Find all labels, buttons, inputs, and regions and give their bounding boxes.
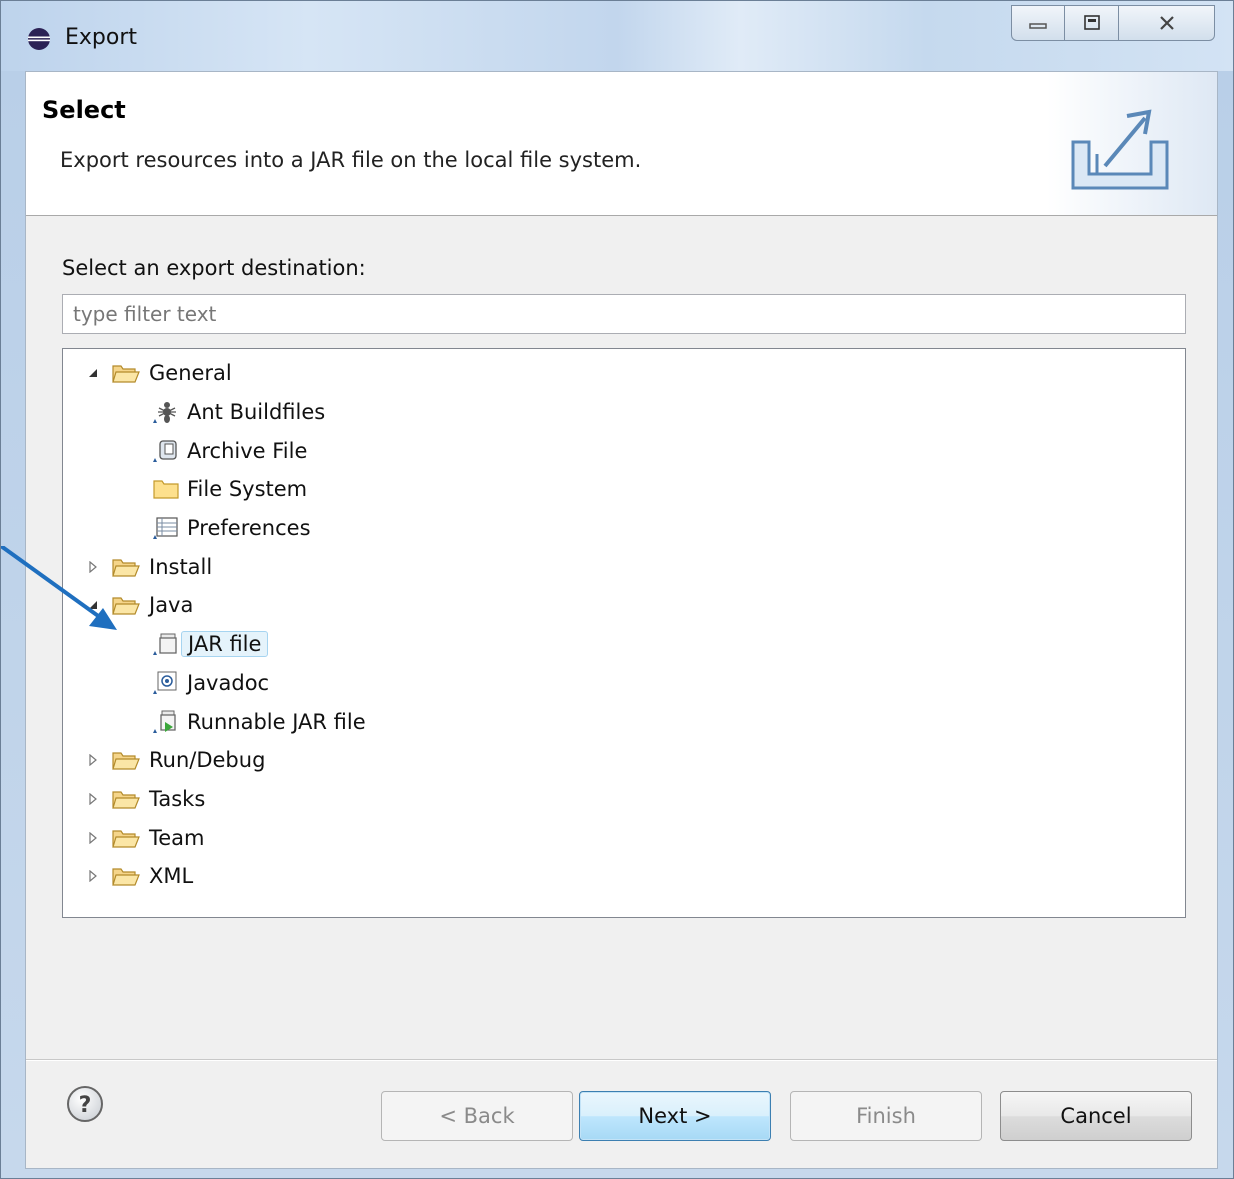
open-folder-icon [111,746,141,774]
tree-item-label: Ant Buildfiles [187,400,326,425]
tree-node-tasks[interactable]: Tasks [63,780,1185,819]
tree-item-ant-buildfiles[interactable]: Ant Buildfiles [63,393,1185,432]
open-folder-icon [111,862,141,890]
banner-graphic [1047,72,1217,215]
tree-item-label: Archive File [187,438,308,463]
back-button[interactable]: < Back [381,1091,573,1141]
expand-triangle-icon[interactable] [85,752,101,768]
expand-triangle-icon[interactable] [85,559,101,575]
tree-item-label: Runnable JAR file [187,709,366,734]
open-folder-icon [111,553,141,581]
expand-triangle-icon[interactable] [85,791,101,807]
tree-node-install[interactable]: Install [63,547,1185,586]
folder-icon [151,475,181,503]
help-icon[interactable]: ? [66,1085,104,1123]
preferences-icon [151,514,181,542]
wizard-banner: Select Export resources into a JAR file … [26,72,1217,216]
tree-node-team[interactable]: Team [63,818,1185,857]
tree-node-label: Run/Debug [149,748,266,773]
archive-icon [151,437,181,465]
tree-node-label: Team [149,825,205,850]
open-folder-icon [111,785,141,813]
tree-node-label: Tasks [149,786,206,811]
open-folder-icon [111,824,141,852]
window-controls [1011,5,1215,41]
cancel-button[interactable]: Cancel [1000,1091,1192,1141]
runnable-jar-icon [151,708,181,736]
title-bar[interactable]: Export [1,1,1233,71]
tree-item-archive-file[interactable]: Archive File [63,431,1185,470]
tree-item-label: Javadoc [187,670,270,695]
tree-node-xml[interactable]: XML [63,857,1185,896]
collapse-triangle-icon[interactable] [85,365,101,381]
tree-item-label: File System [187,477,308,502]
expand-triangle-icon[interactable] [85,868,101,884]
finish-button[interactable]: Finish [790,1091,982,1141]
footer-divider [26,1059,1217,1061]
collapse-triangle-icon[interactable] [85,597,101,613]
banner-title: Select [42,96,126,124]
jar-icon [151,630,181,658]
eclipse-icon [28,28,50,50]
filter-input[interactable] [62,294,1186,334]
open-folder-icon [111,591,141,619]
next-button[interactable]: Next > [579,1091,771,1141]
banner-description: Export resources into a JAR file on the … [60,148,642,172]
close-button[interactable] [1119,5,1215,41]
export-window: Export Select Export resources into a JA… [0,0,1234,1179]
close-icon [1159,16,1174,30]
tree-item-javadoc[interactable]: Javadoc [63,664,1185,703]
tree-item-label: JAR file [181,631,269,658]
minimize-icon [1029,23,1047,29]
expand-triangle-icon[interactable] [85,830,101,846]
destination-prompt: Select an export destination: [62,256,366,280]
tree-item-runnable-jar-file[interactable]: Runnable JAR file [63,702,1185,741]
tree-item-label: Preferences [187,516,311,541]
open-folder-icon [111,359,141,387]
ant-icon [151,398,181,426]
tree-item-preferences[interactable]: Preferences [63,509,1185,548]
tree-node-general[interactable]: General [63,354,1185,393]
tree-node-label: Java [149,593,194,618]
tree-item-file-system[interactable]: File System [63,470,1185,509]
tree-node-label: General [149,361,232,386]
tree-node-label: Install [149,554,213,579]
minimize-button[interactable] [1011,5,1065,41]
maximize-icon [1083,15,1100,30]
javadoc-icon [151,669,181,697]
window-title: Export [65,25,138,50]
tree-node-label: XML [149,864,194,889]
destination-tree[interactable]: General Ant Buildfiles Archive File File Sy… [62,348,1186,918]
svg-text:?: ? [79,1093,92,1118]
maximize-button[interactable] [1065,5,1119,41]
tree-item-jar-file[interactable]: JAR file [63,625,1185,664]
tree-node-java[interactable]: Java [63,586,1185,625]
dialog-client-area: Select Export resources into a JAR file … [25,71,1218,1169]
tree-node-run-debug[interactable]: Run/Debug [63,741,1185,780]
export-wizard-icon [1071,109,1169,190]
